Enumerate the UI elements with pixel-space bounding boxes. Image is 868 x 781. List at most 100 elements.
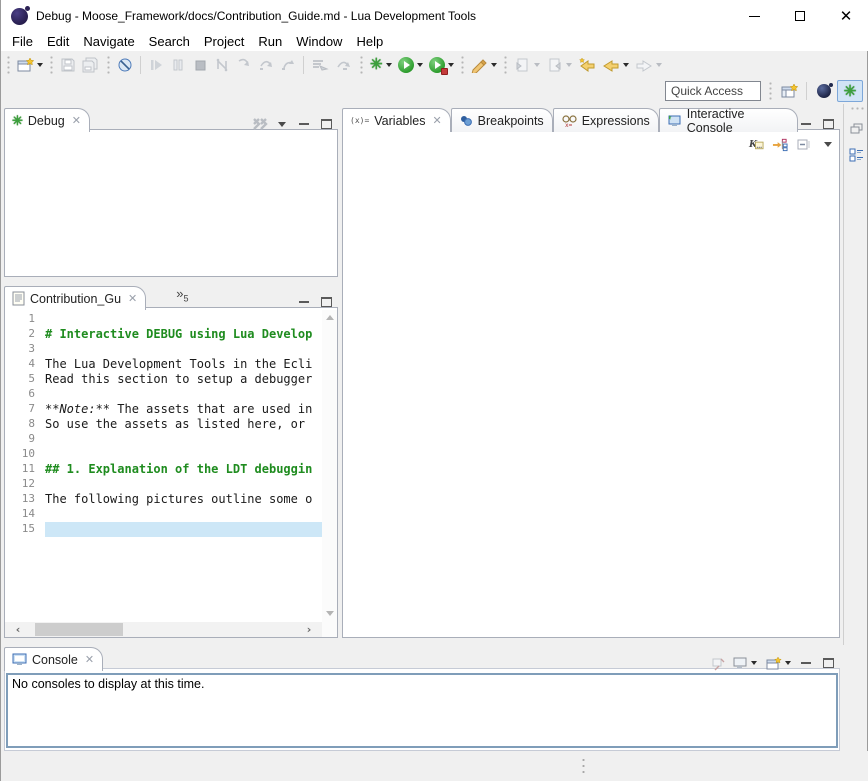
suspend-button[interactable] bbox=[167, 54, 189, 76]
console-minimize-button[interactable] bbox=[798, 655, 814, 671]
menu-search[interactable]: Search bbox=[142, 33, 197, 50]
next-annotation-button[interactable] bbox=[511, 54, 543, 76]
save-button[interactable] bbox=[57, 54, 79, 76]
maximize-window-button[interactable] bbox=[777, 0, 823, 32]
line-number[interactable]: 10 bbox=[5, 447, 45, 462]
save-all-button[interactable] bbox=[79, 54, 103, 76]
run-button[interactable] bbox=[395, 54, 426, 76]
tab-interactive-console[interactable]: Interactive Console bbox=[659, 108, 798, 132]
menu-file[interactable]: File bbox=[5, 33, 40, 50]
toolbar-drag-handle[interactable] bbox=[503, 55, 508, 75]
new-wizard-button[interactable] bbox=[14, 54, 46, 76]
scroll-up-icon[interactable] bbox=[322, 310, 337, 325]
debug-minimize-button[interactable] bbox=[296, 116, 312, 132]
editor-maximize-button[interactable] bbox=[318, 294, 334, 310]
line-number[interactable]: 15 bbox=[5, 522, 45, 537]
step-return-button[interactable] bbox=[277, 54, 299, 76]
variables-tab-close-icon[interactable]: ✕ bbox=[432, 114, 441, 127]
editor-horizontal-scrollbar[interactable]: ‹ › bbox=[5, 622, 322, 637]
editor-minimize-button[interactable] bbox=[296, 294, 312, 310]
editor-line[interactable] bbox=[45, 432, 322, 447]
debug-view-menu-button[interactable] bbox=[274, 116, 290, 132]
editor-lines[interactable]: # Interactive DEBUG using Lua Develop The… bbox=[45, 310, 322, 637]
line-number[interactable]: 7 bbox=[5, 402, 45, 417]
editor-line[interactable] bbox=[45, 522, 322, 537]
menu-edit[interactable]: Edit bbox=[40, 33, 76, 50]
step-into-button[interactable] bbox=[233, 54, 255, 76]
line-number[interactable]: 8 bbox=[5, 417, 45, 432]
disconnect-button[interactable] bbox=[211, 54, 233, 76]
console-maximize-button[interactable] bbox=[820, 655, 836, 671]
tab-variables[interactable]: (x)= Variables ✕ bbox=[342, 108, 451, 132]
scroll-down-icon[interactable] bbox=[322, 606, 337, 621]
debug-button[interactable]: ✳ bbox=[367, 54, 395, 76]
collapse-all-button[interactable] bbox=[796, 136, 812, 152]
scroll-right-icon[interactable]: › bbox=[296, 622, 322, 637]
line-number[interactable]: 1 bbox=[5, 312, 45, 327]
menu-navigate[interactable]: Navigate bbox=[76, 33, 141, 50]
step-over-button[interactable] bbox=[255, 54, 277, 76]
last-edit-location-button[interactable] bbox=[575, 54, 599, 76]
toolbar-drag-handle[interactable] bbox=[460, 55, 465, 75]
terminate-button[interactable] bbox=[189, 54, 211, 76]
editor-line[interactable]: So use the assets as listed here, or bbox=[45, 417, 322, 432]
menu-window[interactable]: Window bbox=[289, 33, 349, 50]
coverage-button[interactable] bbox=[426, 54, 457, 76]
editor-vertical-scrollbar[interactable] bbox=[322, 310, 337, 637]
use-step-filters-button[interactable] bbox=[308, 54, 332, 76]
resume-button[interactable] bbox=[145, 54, 167, 76]
skip-all-breakpoints-button[interactable] bbox=[114, 54, 136, 76]
editor-line[interactable]: Read this section to setup a debugger bbox=[45, 372, 322, 387]
editor-line[interactable] bbox=[45, 387, 322, 402]
editor-body[interactable]: 123456789101112131415 # Interactive DEBU… bbox=[5, 310, 337, 637]
line-number[interactable]: 13 bbox=[5, 492, 45, 507]
show-type-names-button[interactable]: K bbox=[748, 136, 764, 152]
tab-breakpoints[interactable]: Breakpoints bbox=[451, 108, 553, 132]
perspective-bar-handle[interactable] bbox=[768, 81, 773, 101]
forward-button[interactable] bbox=[632, 54, 665, 76]
menu-run[interactable]: Run bbox=[251, 33, 289, 50]
restore-view-button[interactable] bbox=[849, 121, 865, 137]
line-number[interactable]: 11 bbox=[5, 462, 45, 477]
line-number[interactable]: 9 bbox=[5, 432, 45, 447]
statusbar-drag-handle[interactable] bbox=[581, 757, 586, 775]
console-tab[interactable]: Console ✕ bbox=[4, 647, 103, 671]
close-window-button[interactable]: ✕ bbox=[823, 0, 868, 32]
line-number[interactable]: 14 bbox=[5, 507, 45, 522]
tab-expressions[interactable]: x= Expressions bbox=[553, 108, 659, 132]
show-logical-structure-button[interactable] bbox=[772, 136, 788, 152]
editor-line[interactable] bbox=[45, 342, 322, 357]
step-filters-config-button[interactable] bbox=[332, 54, 356, 76]
debug-maximize-button[interactable] bbox=[318, 116, 334, 132]
editor-line[interactable] bbox=[45, 312, 322, 327]
back-button[interactable] bbox=[599, 54, 632, 76]
quick-access-input[interactable]: Quick Access bbox=[665, 81, 761, 101]
line-number[interactable]: 5 bbox=[5, 372, 45, 387]
editor-line[interactable]: The Lua Development Tools in the Ecli bbox=[45, 357, 322, 372]
menu-project[interactable]: Project bbox=[197, 33, 251, 50]
display-selected-console-button[interactable] bbox=[732, 655, 758, 671]
toolbar-drag-handle[interactable] bbox=[49, 55, 54, 75]
strip-drag-handle[interactable] bbox=[850, 106, 864, 111]
line-number[interactable]: 2 bbox=[5, 327, 45, 342]
variables-maximize-button[interactable] bbox=[820, 116, 836, 132]
toolbar-drag-handle[interactable] bbox=[106, 55, 111, 75]
minimize-window-button[interactable] bbox=[731, 0, 777, 32]
horizontal-scroll-thumb[interactable] bbox=[35, 623, 123, 636]
open-console-button[interactable] bbox=[764, 655, 792, 671]
toolbar-drag-handle[interactable] bbox=[359, 55, 364, 75]
variables-view-menu-button[interactable] bbox=[820, 136, 836, 152]
editor-tab-contribution-guide[interactable]: Contribution_Gu ✕ bbox=[4, 286, 146, 310]
editor-line[interactable]: **Note:** The assets that are used in bbox=[45, 402, 322, 417]
editor-line[interactable]: # Interactive DEBUG using Lua Develop bbox=[45, 327, 322, 342]
editor-line[interactable]: The following pictures outline some o bbox=[45, 492, 322, 507]
external-tools-button[interactable] bbox=[468, 54, 500, 76]
console-tab-close-icon[interactable]: ✕ bbox=[85, 653, 94, 666]
line-number[interactable]: 6 bbox=[5, 387, 45, 402]
lua-perspective-button[interactable] bbox=[811, 80, 837, 102]
hidden-editors-chevron[interactable]: »5 bbox=[176, 286, 188, 304]
variables-minimize-button[interactable] bbox=[798, 116, 814, 132]
toolbar-drag-handle[interactable] bbox=[6, 55, 11, 75]
menu-help[interactable]: Help bbox=[349, 33, 390, 50]
debug-tab-close-icon[interactable]: ✕ bbox=[72, 114, 81, 127]
